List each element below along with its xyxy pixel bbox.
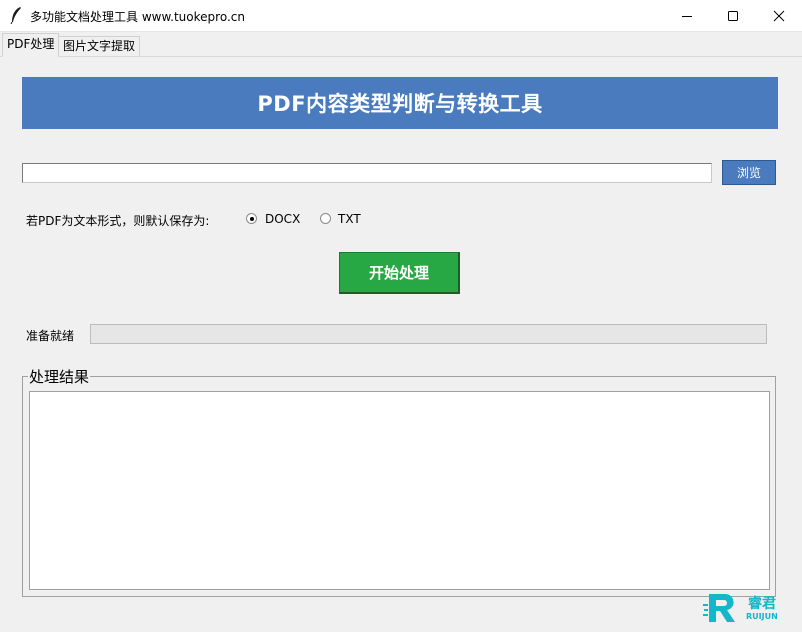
start-processing-button[interactable]: 开始处理 — [339, 252, 460, 294]
pdf-path-input[interactable] — [22, 163, 712, 183]
close-icon — [773, 10, 785, 21]
maximize-icon — [728, 10, 738, 21]
save-format-label: 若PDF为文本形式，则默认保存为: — [26, 214, 210, 228]
docx-radio[interactable] — [246, 213, 257, 224]
tab-pdf-processing[interactable]: PDF处理 — [2, 33, 60, 57]
feather-icon — [10, 7, 21, 24]
maximize-button[interactable] — [710, 0, 756, 31]
banner-title: PDF内容类型判断与转换工具 — [257, 92, 543, 116]
browse-button[interactable]: 浏览 — [722, 160, 776, 185]
minimize-icon — [682, 15, 692, 17]
window-title: 多功能文档处理工具 www.tuokepro.cn — [30, 10, 245, 24]
title-bar: 多功能文档处理工具 www.tuokepro.cn — [0, 0, 802, 32]
header-banner: PDF内容类型判断与转换工具 — [22, 77, 778, 129]
docx-radio-label[interactable]: DOCX — [265, 212, 300, 226]
minimize-button[interactable] — [664, 0, 710, 31]
tab-bar: PDF处理 图片文字提取 — [0, 32, 802, 57]
close-button[interactable] — [756, 0, 802, 31]
progress-bar — [90, 324, 767, 344]
radio-selected-dot — [249, 216, 254, 221]
results-textarea[interactable] — [29, 391, 770, 590]
txt-radio[interactable] — [320, 213, 331, 224]
results-legend: 处理结果 — [28, 366, 91, 387]
txt-radio-label[interactable]: TXT — [338, 212, 361, 226]
status-text: 准备就绪 — [26, 329, 75, 343]
logo-name: 睿君 — [748, 596, 776, 612]
tab-image-text-extraction[interactable]: 图片文字提取 — [58, 36, 141, 56]
logo-subtitle: RUIJUN — [746, 612, 778, 621]
